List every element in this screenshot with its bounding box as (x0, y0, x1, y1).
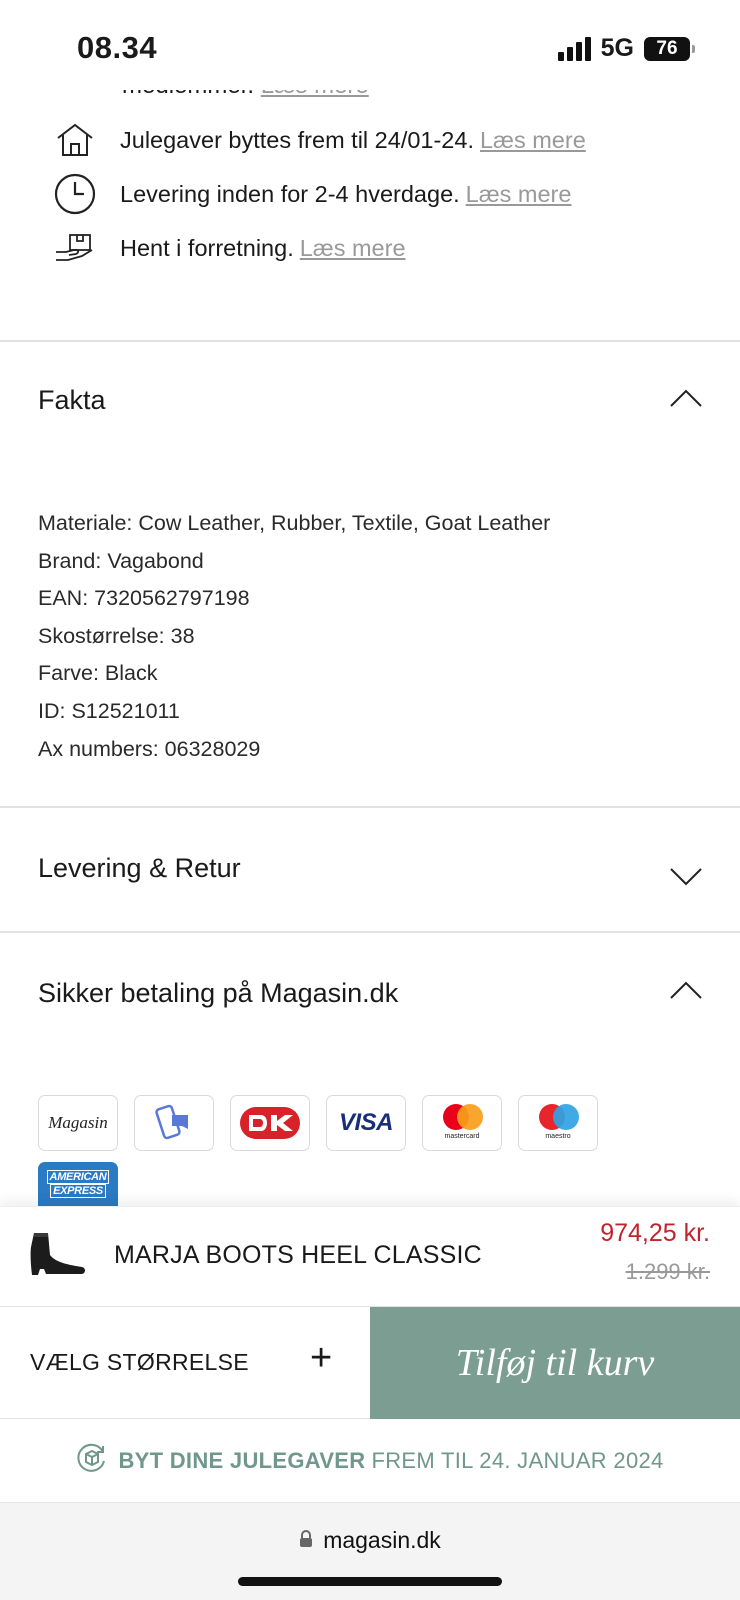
clock-icon (52, 172, 98, 216)
payment-amex: AMERICAN EXPRESS (38, 1162, 118, 1206)
network-type: 5G (600, 34, 634, 62)
accordion-levering-title[interactable]: Levering & Retur (38, 853, 241, 884)
payment-mastercard: mastercard (422, 1095, 502, 1151)
product-summary: MARJA BOOTS HEEL CLASSIC 974,25 kr. 1.29… (0, 1207, 740, 1307)
accordion-betaling-title[interactable]: Sikker betaling på Magasin.dk (38, 978, 398, 1009)
fact-color: Farve: Black (38, 661, 158, 686)
payment-methods: Magasin VISA mastercard maestro (38, 1095, 598, 1151)
mastercard-logo: mastercard (437, 1102, 487, 1144)
facts-list: Materiale: Cow Leather, Rubber, Textile,… (38, 505, 550, 768)
amex-line2: EXPRESS (50, 1184, 106, 1198)
product-thumbnail (30, 1233, 86, 1275)
perk-link[interactable]: Læs mere (466, 181, 572, 208)
exchange-banner[interactable]: BYT DINE JULEGAVER FREM TIL 24. JANUAR 2… (0, 1419, 740, 1503)
mastercard-label: mastercard (444, 1133, 480, 1140)
fact-id: ID: S12521011 (38, 698, 180, 723)
browser-bar: magasin.dk (0, 1502, 740, 1600)
perk-pickup: Hent i forretning. Læs mere (52, 226, 406, 270)
perk-text: Julegaver byttes frem til 24/01-24. (120, 126, 474, 153)
perk-text: Levering inden for 2-4 hverdage. (120, 180, 460, 207)
signal-icon (557, 36, 591, 61)
fact-ean: EAN: 7320562797198 (38, 586, 250, 611)
magasin-logo: Magasin (48, 1113, 108, 1132)
dankort-icon (240, 1107, 300, 1139)
divider (0, 340, 740, 342)
divider (0, 806, 740, 808)
exchange-box-icon (76, 1442, 108, 1480)
fact-brand: Brand: Vagabond (38, 548, 204, 573)
maestro-label: maestro (545, 1133, 571, 1140)
lock-icon (299, 1527, 313, 1554)
status-bar: 08.34 5G 76 (0, 0, 740, 90)
mobilepay-icon (155, 1104, 188, 1140)
home-indicator[interactable] (238, 1577, 502, 1586)
perk-delivery: Levering inden for 2-4 hverdage. Læs mer… (52, 172, 571, 216)
chevron-up-icon[interactable] (670, 388, 702, 408)
payment-magasin: Magasin (38, 1095, 118, 1151)
perk-link[interactable]: Læs mere (480, 127, 586, 154)
purchase-actions: VÆLG STØRRELSE + Tilføj til kurv (0, 1307, 740, 1419)
battery-level: 76 (656, 37, 678, 59)
accordion-fakta-title[interactable]: Fakta (38, 385, 106, 416)
add-to-cart-button[interactable]: Tilføj til kurv (370, 1307, 740, 1419)
price-original: 1.299 kr. (625, 1259, 710, 1284)
address-bar[interactable]: magasin.dk (0, 1527, 740, 1554)
fact-size: Skostørrelse: 38 (38, 623, 195, 648)
sticky-purchase-bar: MARJA BOOTS HEEL CLASSIC 974,25 kr. 1.29… (0, 1206, 740, 1503)
payment-maestro: maestro (518, 1095, 598, 1151)
house-icon (52, 118, 98, 162)
banner-highlight: BYT DINE JULEGAVER (118, 1448, 366, 1473)
price-current: 974,25 kr. (600, 1219, 710, 1247)
payment-dankort (230, 1095, 310, 1151)
banner-text: FREM TIL 24. JANUAR 2024 (371, 1448, 664, 1473)
product-name: MARJA BOOTS HEEL CLASSIC (114, 1241, 482, 1269)
hand-package-icon (52, 226, 98, 270)
perk-text: Hent i forretning. (120, 234, 294, 261)
chevron-up-icon[interactable] (670, 980, 702, 1000)
size-selector-label: VÆLG STØRRELSE (30, 1349, 249, 1375)
payment-visa: VISA (326, 1095, 406, 1151)
perk-link[interactable]: Læs mere (300, 235, 406, 262)
plus-icon: + (310, 1337, 333, 1379)
amex-line1: AMERICAN (46, 1170, 110, 1184)
status-time: 08.34 (77, 30, 158, 65)
perk-exchange: Julegaver byttes frem til 24/01-24. Læs … (52, 118, 586, 162)
payment-mobilepay (134, 1095, 214, 1151)
fact-material: Materiale: Cow Leather, Rubber, Textile,… (38, 511, 551, 535)
chevron-down-icon[interactable] (670, 866, 702, 886)
divider (0, 931, 740, 933)
maestro-logo: maestro (533, 1102, 583, 1144)
visa-logo: VISA (338, 1109, 394, 1136)
fact-ax-numbers: Ax numbers: 06328029 (38, 736, 261, 761)
size-selector[interactable]: VÆLG STØRRELSE + (0, 1307, 370, 1419)
url-text: magasin.dk (323, 1527, 441, 1553)
battery-icon: 76 (644, 36, 695, 61)
status-indicators: 5G 76 (557, 34, 695, 63)
